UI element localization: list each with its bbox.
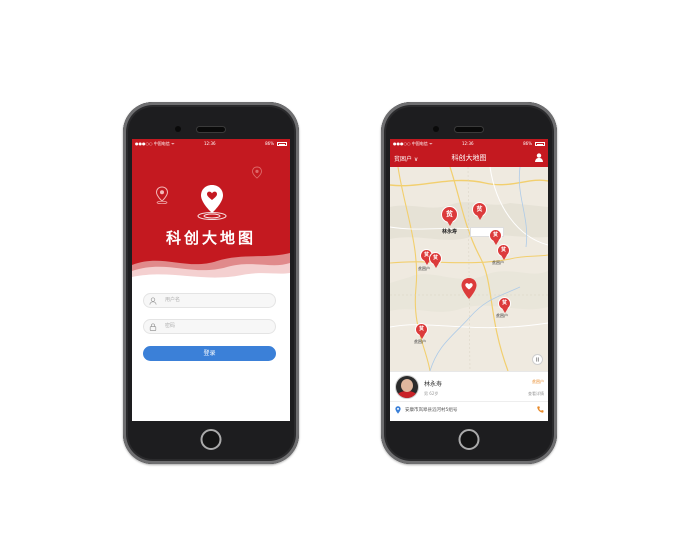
village-label: 贫困户 [492, 260, 504, 265]
pin-tip [423, 260, 430, 265]
map-view[interactable]: 贫 贫 林永寿 贫 贫 贫困户 贫 贫 贫困户 贫 贫困户 贫 贫困户 [390, 167, 548, 371]
login-button[interactable]: 登录 [143, 346, 276, 361]
app-title: 科创大地图 [165, 229, 256, 247]
address-text: 安康市岚皋县滔河村5组号 [405, 408, 458, 413]
small-location-pin-icon [155, 186, 169, 204]
avatar [396, 376, 418, 398]
username-input[interactable]: 用户名 [143, 293, 276, 308]
phone-frame-login: ●●●○○ 中国电信 ᯤ 12:36 86% 科创大地图 用户名 密码 登录 [123, 102, 299, 464]
poverty-pin[interactable]: 贫 [442, 207, 457, 226]
password-input[interactable]: 密码 [143, 319, 276, 334]
view-details-link[interactable]: 查看详情 [528, 391, 544, 397]
carrier-text: ●●●○○ 中国电信 ᯤ [393, 141, 433, 146]
locate-button[interactable] [532, 354, 543, 365]
wave-decoration [132, 253, 290, 285]
login-screen: ●●●○○ 中国电信 ᯤ 12:36 86% 科创大地图 用户名 密码 登录 [132, 139, 290, 421]
phone-frame-map: 贫困户 ∨ 科创大地图 ●●●○○ 中国电信 ᯤ 12:36 86% 贫 贫 林… [381, 102, 557, 464]
status-time: 12:36 [204, 141, 216, 146]
user-profile-icon[interactable] [535, 153, 543, 162]
lock-icon [149, 323, 157, 331]
battery-icon [277, 142, 287, 146]
poverty-pin[interactable]: 贫 [473, 203, 486, 220]
pin-glyph: 贫 [442, 207, 457, 222]
poverty-pin[interactable]: 贫 [490, 230, 501, 245]
avatar-face [401, 379, 413, 392]
location-pin-icon [395, 406, 401, 414]
status-bar: ●●●○○ 中国电信 ᯤ 12:36 86% [390, 139, 548, 149]
pin-tip [432, 263, 439, 268]
home-button[interactable] [458, 429, 480, 450]
poverty-pin[interactable]: 贫 [416, 324, 427, 339]
person-card[interactable]: 林永寿 男 62岁 贫困户 查看详情 安康市岚皋县滔河村5组号 [390, 371, 548, 421]
village-label: 贫困户 [496, 313, 508, 318]
locate-icon [536, 357, 539, 362]
pin-label-main: 林永寿 [442, 229, 458, 235]
map-screen: 贫困户 ∨ 科创大地图 ●●●○○ 中国电信 ᯤ 12:36 86% 贫 贫 林… [390, 139, 548, 421]
pin-tip [446, 221, 453, 226]
map-title: 科创大地图 [451, 154, 487, 162]
poverty-pin[interactable]: 贫 [430, 253, 441, 268]
phone-icon[interactable] [537, 406, 544, 413]
heart-pin-logo-icon [197, 185, 227, 221]
front-camera [175, 126, 181, 132]
pin-tip [476, 215, 483, 220]
password-placeholder: 密码 [165, 323, 176, 329]
status-bar: ●●●○○ 中国电信 ᯤ 12:36 86% [132, 139, 290, 149]
village-label: 贫困户 [418, 266, 430, 271]
battery-percent: 86% [523, 141, 532, 146]
poverty-pin[interactable]: 贫 [499, 298, 510, 313]
battery-percent: 86% [265, 141, 274, 146]
heart-location-pin-icon[interactable] [460, 277, 478, 301]
earpiece-speaker [455, 127, 483, 132]
status-badge: 贫困户 [532, 379, 544, 384]
carrier-text: ●●●○○ 中国电信 ᯤ [135, 141, 175, 146]
front-camera [433, 126, 439, 132]
poverty-pin[interactable]: 贫 [498, 245, 509, 260]
village-label: 贫困户 [414, 339, 426, 344]
faint-location-pin-icon [252, 166, 262, 179]
home-button[interactable] [200, 429, 222, 450]
avatar-shirt [397, 391, 417, 398]
person-details: 男 62岁 [424, 391, 439, 396]
divider [390, 401, 548, 402]
user-icon [149, 297, 157, 305]
status-time: 12:36 [462, 141, 474, 146]
battery-icon [535, 142, 545, 146]
person-name: 林永寿 [424, 381, 443, 388]
earpiece-speaker [197, 127, 225, 132]
username-placeholder: 用户名 [165, 297, 181, 303]
